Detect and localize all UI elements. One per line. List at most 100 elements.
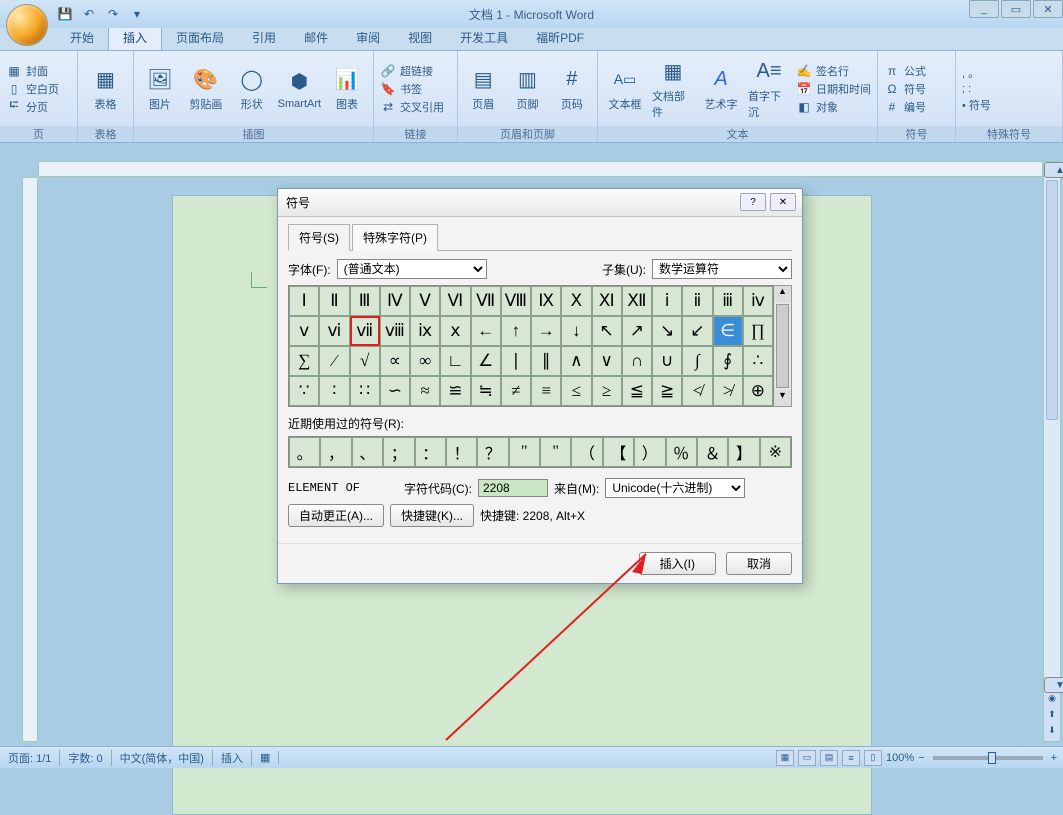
symbol-cell[interactable]: ∟: [440, 346, 470, 376]
grid-scrollbar[interactable]: ▲ ▼: [774, 285, 792, 407]
from-select[interactable]: Unicode(十六进制): [605, 478, 745, 498]
zoom-slider[interactable]: [933, 756, 1043, 760]
status-words[interactable]: 字数: 0: [60, 750, 111, 766]
view-print-icon[interactable]: ▦: [776, 750, 794, 766]
equation-button[interactable]: π公式: [884, 63, 926, 79]
symbol-cell[interactable]: ≠: [501, 376, 531, 406]
recent-symbol-cell[interactable]: ；: [383, 437, 414, 467]
vertical-ruler[interactable]: [22, 177, 38, 742]
symbol-cell[interactable]: Ⅶ: [471, 286, 501, 316]
symbol-cell[interactable]: ⅶ: [350, 316, 380, 346]
redo-icon[interactable]: ↷: [104, 5, 122, 23]
symbol-cell[interactable]: ∥: [531, 346, 561, 376]
zoom-plus-icon[interactable]: +: [1051, 752, 1057, 764]
symbol-cell[interactable]: ⊕: [743, 376, 773, 406]
table-button[interactable]: ▦表格: [84, 66, 127, 112]
tab-developer[interactable]: 开发工具: [446, 25, 522, 50]
symbol-cell[interactable]: ∽: [380, 376, 410, 406]
symbol-cell[interactable]: ↘: [652, 316, 682, 346]
symbol-cell[interactable]: ∩: [622, 346, 652, 376]
horizontal-ruler[interactable]: [38, 161, 1043, 177]
datetime-button[interactable]: 📅日期和时间: [796, 81, 871, 97]
clipart-button[interactable]: 🎨剪贴画: [186, 66, 226, 112]
status-page[interactable]: 页面: 1/1: [0, 750, 60, 766]
subset-select[interactable]: 数学运算符: [652, 259, 792, 279]
cover-page-button[interactable]: ▦封面: [6, 63, 59, 79]
quickparts-button[interactable]: ▦文档部件: [652, 58, 694, 120]
view-web-icon[interactable]: ▤: [820, 750, 838, 766]
symbol-cell[interactable]: ≯: [713, 376, 743, 406]
symbol-cell[interactable]: ⅵ: [319, 316, 349, 346]
recent-symbol-cell[interactable]: 、: [352, 437, 383, 467]
punct1-button[interactable]: , 。: [962, 65, 991, 81]
symbol-cell[interactable]: ⅰ: [652, 286, 682, 316]
symbol-cell[interactable]: Ⅵ: [440, 286, 470, 316]
symbol-cell[interactable]: ∝: [380, 346, 410, 376]
recent-symbol-cell[interactable]: ？: [477, 437, 508, 467]
symbol-cell[interactable]: ⅷ: [380, 316, 410, 346]
textbox-button[interactable]: A▭文本框: [604, 66, 646, 112]
symbol-cell[interactable]: Ⅺ: [592, 286, 622, 316]
symbol-cell[interactable]: ∑: [289, 346, 319, 376]
symbol-cell[interactable]: ≥: [592, 376, 622, 406]
symbol-cell[interactable]: ↑: [501, 316, 531, 346]
wordart-button[interactable]: A艺术字: [700, 66, 742, 112]
status-mode[interactable]: 插入: [213, 750, 252, 766]
zoom-percent[interactable]: 100%: [886, 752, 914, 764]
tab-view[interactable]: 视图: [394, 25, 446, 50]
prev-page-icon[interactable]: ◉: [1044, 693, 1060, 709]
grid-scroll-up-icon[interactable]: ▲: [774, 286, 791, 302]
status-lang[interactable]: 中文(简体，中国): [112, 750, 213, 766]
tab-mailings[interactable]: 邮件: [290, 25, 342, 50]
symbol-cell[interactable]: ≧: [652, 376, 682, 406]
symbol-cell[interactable]: ⅸ: [410, 316, 440, 346]
symbol-cell[interactable]: ∕: [319, 346, 349, 376]
symbol-cell[interactable]: ∪: [652, 346, 682, 376]
shapes-button[interactable]: ◯形状: [232, 66, 272, 112]
grid-scroll-thumb[interactable]: [776, 304, 789, 388]
cancel-button[interactable]: 取消: [726, 552, 792, 575]
symbol-cell[interactable]: ⅱ: [682, 286, 712, 316]
scroll-thumb[interactable]: [1046, 180, 1058, 420]
dropdown-icon[interactable]: ▾: [128, 5, 146, 23]
signature-button[interactable]: ✍签名行: [796, 63, 871, 79]
recent-symbol-cell[interactable]: ％: [666, 437, 697, 467]
recent-symbol-cell[interactable]: 。: [289, 437, 320, 467]
symbol-cell[interactable]: ←: [471, 316, 501, 346]
autocorrect-button[interactable]: 自动更正(A)...: [288, 504, 384, 527]
symbol-cell[interactable]: ∈: [713, 316, 743, 346]
chart-button[interactable]: 📊图表: [327, 66, 367, 112]
scroll-down-icon[interactable]: ▼: [1044, 677, 1063, 693]
symbol-cell[interactable]: Ⅰ: [289, 286, 319, 316]
punct2-button[interactable]: ; :: [962, 83, 991, 95]
maximize-button[interactable]: ▭: [1001, 0, 1031, 18]
symbol-cell[interactable]: √: [350, 346, 380, 376]
symbol-cell[interactable]: ∵: [289, 376, 319, 406]
footer-button[interactable]: ▥页脚: [508, 66, 546, 112]
dialog-titlebar[interactable]: 符号 ? ✕: [278, 189, 802, 217]
symbol-cell[interactable]: Ⅻ: [622, 286, 652, 316]
symbol-cell[interactable]: ↙: [682, 316, 712, 346]
symbol-cell[interactable]: ≡: [531, 376, 561, 406]
tab-home[interactable]: 开始: [56, 25, 108, 50]
recent-symbol-cell[interactable]: ": [509, 437, 540, 467]
symbol-cell[interactable]: Ⅷ: [501, 286, 531, 316]
browse-icon[interactable]: ⬆: [1044, 709, 1060, 725]
blank-page-button[interactable]: ▯空白页: [6, 81, 59, 97]
symbol-cell[interactable]: ⅲ: [713, 286, 743, 316]
undo-icon[interactable]: ↶: [80, 5, 98, 23]
picture-button[interactable]: 🖼图片: [140, 66, 180, 112]
symbol-cell[interactable]: ≌: [440, 376, 470, 406]
dialog-close-button[interactable]: ✕: [770, 193, 796, 211]
symbol-cell[interactable]: ≈: [410, 376, 440, 406]
insert-button[interactable]: 插入(I): [639, 552, 716, 575]
status-macro-icon[interactable]: ▦: [252, 751, 279, 764]
recent-symbol-cell[interactable]: 【: [603, 437, 634, 467]
symbol-cell[interactable]: ↖: [592, 316, 622, 346]
crossref-button[interactable]: ⇄交叉引用: [380, 99, 444, 115]
tab-specialchars[interactable]: 特殊字符(P): [352, 224, 438, 251]
recent-symbol-cell[interactable]: ！: [446, 437, 477, 467]
header-button[interactable]: ▤页眉: [464, 66, 502, 112]
symbol-cell[interactable]: ∮: [713, 346, 743, 376]
recent-symbol-cell[interactable]: （: [571, 437, 602, 467]
